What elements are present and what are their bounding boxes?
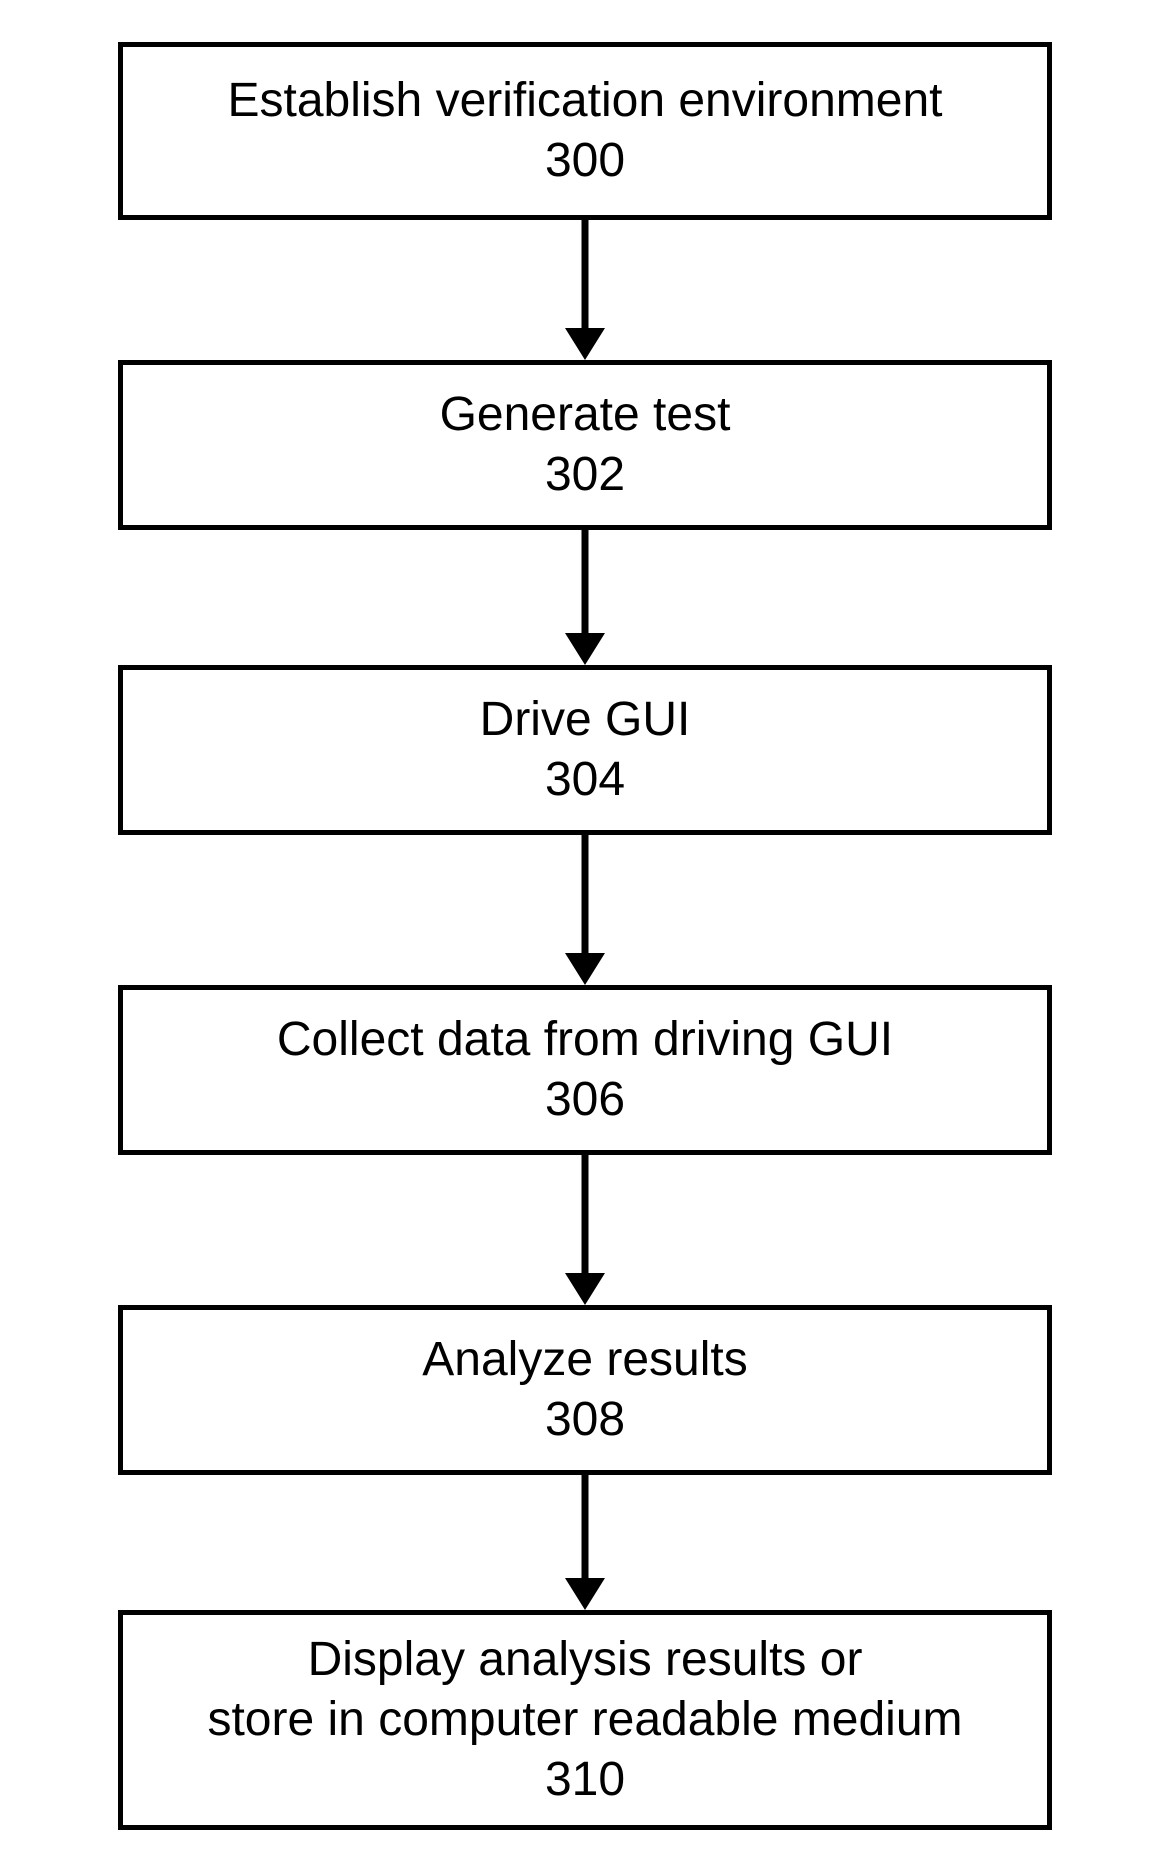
flow-node-number: 308 xyxy=(545,1390,625,1450)
flow-node-number: 310 xyxy=(545,1750,625,1810)
flow-node-304: Drive GUI 304 xyxy=(118,665,1052,835)
flow-node-number: 300 xyxy=(545,131,625,191)
flow-node-300: Establish verification environment 300 xyxy=(118,42,1052,220)
flow-node-306: Collect data from driving GUI 306 xyxy=(118,985,1052,1155)
flow-node-label: Drive GUI xyxy=(480,690,691,750)
flow-node-label: Establish verification environment xyxy=(227,71,942,131)
flow-node-label: Generate test xyxy=(440,385,731,445)
flow-node-number: 302 xyxy=(545,445,625,505)
flow-node-label: Collect data from driving GUI xyxy=(277,1010,893,1070)
flow-node-number: 306 xyxy=(545,1070,625,1130)
flowchart-canvas: Establish verification environment 300 G… xyxy=(0,0,1170,1857)
flow-node-label: Analyze results xyxy=(422,1330,747,1390)
flow-node-308: Analyze results 308 xyxy=(118,1305,1052,1475)
flow-node-302: Generate test 302 xyxy=(118,360,1052,530)
flow-node-number: 304 xyxy=(545,750,625,810)
flow-node-label: Display analysis results or store in com… xyxy=(207,1630,962,1750)
flow-node-310: Display analysis results or store in com… xyxy=(118,1610,1052,1830)
